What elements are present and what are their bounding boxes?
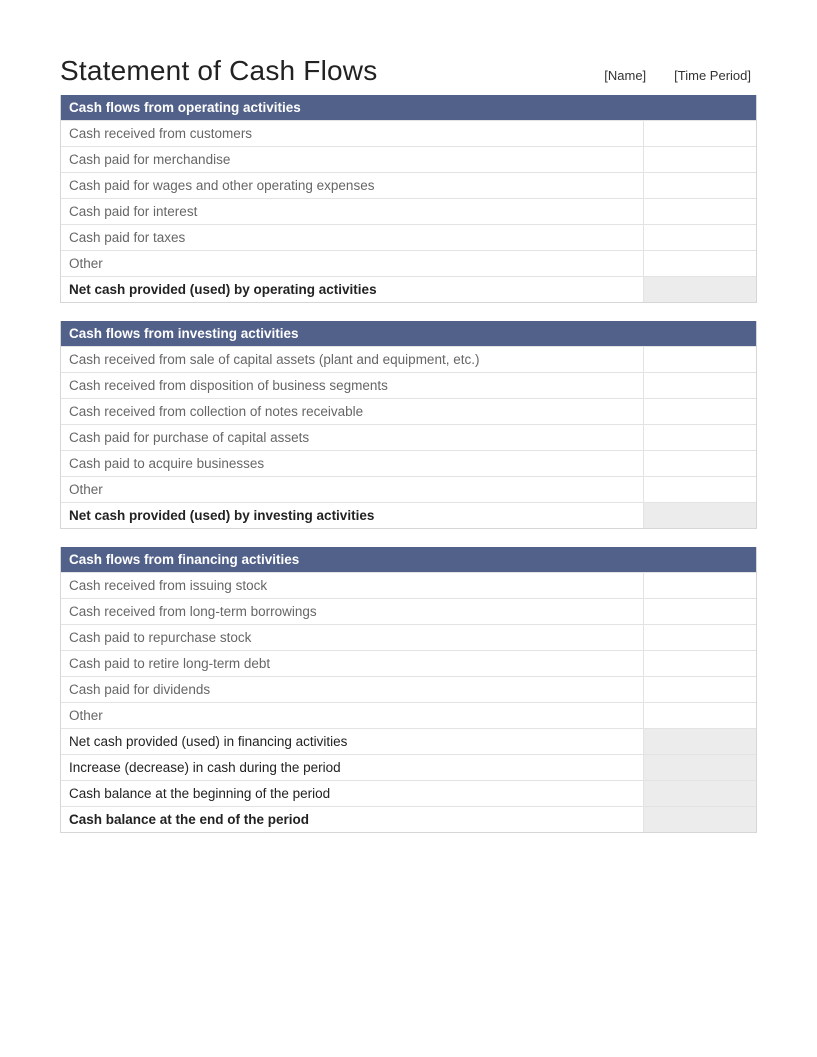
section: Cash flows from investing activitiesCash… — [60, 321, 757, 529]
table-row: Cash paid for interest — [61, 198, 756, 224]
table-row: Cash received from disposition of busine… — [61, 372, 756, 398]
section: Cash flows from financing activitiesCash… — [60, 547, 757, 833]
row-value[interactable] — [644, 781, 756, 806]
row-value[interactable] — [644, 225, 756, 250]
row-value[interactable] — [644, 251, 756, 276]
section-header: Cash flows from investing activities — [61, 321, 756, 346]
row-label: Cash received from customers — [61, 121, 644, 146]
row-label: Net cash provided (used) by investing ac… — [61, 503, 644, 528]
row-value[interactable] — [644, 451, 756, 476]
table-row: Cash paid for dividends — [61, 676, 756, 702]
table-row: Cash received from issuing stock — [61, 572, 756, 598]
table-row: Other — [61, 250, 756, 276]
document-header: Statement of Cash Flows [Name] [Time Per… — [60, 55, 757, 87]
row-value[interactable] — [644, 755, 756, 780]
table-row: Cash paid for taxes — [61, 224, 756, 250]
row-value[interactable] — [644, 199, 756, 224]
document-title: Statement of Cash Flows — [60, 55, 377, 87]
row-label: Increase (decrease) in cash during the p… — [61, 755, 644, 780]
table-row: Increase (decrease) in cash during the p… — [61, 754, 756, 780]
table-row: Cash received from long-term borrowings — [61, 598, 756, 624]
row-value[interactable] — [644, 503, 756, 528]
row-value[interactable] — [644, 703, 756, 728]
row-label: Cash received from long-term borrowings — [61, 599, 644, 624]
table-row: Cash paid to acquire businesses — [61, 450, 756, 476]
meta-name: [Name] — [604, 68, 646, 83]
row-label: Cash paid to repurchase stock — [61, 625, 644, 650]
table-row: Other — [61, 476, 756, 502]
row-label: Cash paid for merchandise — [61, 147, 644, 172]
table-row: Cash balance at the end of the period — [61, 806, 756, 832]
sections-container: Cash flows from operating activitiesCash… — [60, 95, 757, 833]
row-value[interactable] — [644, 147, 756, 172]
row-label: Net cash provided (used) by operating ac… — [61, 277, 644, 302]
row-value[interactable] — [644, 373, 756, 398]
row-label: Cash received from disposition of busine… — [61, 373, 644, 398]
row-value[interactable] — [644, 277, 756, 302]
row-label: Cash balance at the beginning of the per… — [61, 781, 644, 806]
row-value[interactable] — [644, 651, 756, 676]
row-label: Cash received from issuing stock — [61, 573, 644, 598]
table-row: Cash received from sale of capital asset… — [61, 346, 756, 372]
row-label: Cash paid for dividends — [61, 677, 644, 702]
row-label: Other — [61, 477, 644, 502]
row-label: Cash paid for taxes — [61, 225, 644, 250]
row-value[interactable] — [644, 625, 756, 650]
row-value[interactable] — [644, 173, 756, 198]
row-value[interactable] — [644, 121, 756, 146]
row-value[interactable] — [644, 729, 756, 754]
table-row: Cash paid for purchase of capital assets — [61, 424, 756, 450]
row-label: Other — [61, 703, 644, 728]
table-row: Cash paid for wages and other operating … — [61, 172, 756, 198]
row-label: Cash received from sale of capital asset… — [61, 347, 644, 372]
table-row: Cash received from collection of notes r… — [61, 398, 756, 424]
document-meta: [Name] [Time Period] — [604, 68, 757, 87]
row-value[interactable] — [644, 477, 756, 502]
table-row: Cash paid to repurchase stock — [61, 624, 756, 650]
table-row: Cash balance at the beginning of the per… — [61, 780, 756, 806]
section: Cash flows from operating activitiesCash… — [60, 95, 757, 303]
table-row: Net cash provided (used) in financing ac… — [61, 728, 756, 754]
row-label: Cash paid for purchase of capital assets — [61, 425, 644, 450]
table-row: Cash paid to retire long-term debt — [61, 650, 756, 676]
row-label: Cash paid for interest — [61, 199, 644, 224]
section-header: Cash flows from operating activities — [61, 95, 756, 120]
row-value[interactable] — [644, 573, 756, 598]
table-row: Other — [61, 702, 756, 728]
row-value[interactable] — [644, 599, 756, 624]
row-label: Net cash provided (used) in financing ac… — [61, 729, 644, 754]
table-row: Cash received from customers — [61, 120, 756, 146]
row-value[interactable] — [644, 347, 756, 372]
row-value[interactable] — [644, 807, 756, 832]
row-label: Cash received from collection of notes r… — [61, 399, 644, 424]
section-header: Cash flows from financing activities — [61, 547, 756, 572]
row-label: Cash paid to acquire businesses — [61, 451, 644, 476]
row-value[interactable] — [644, 399, 756, 424]
row-value[interactable] — [644, 425, 756, 450]
row-label: Cash paid to retire long-term debt — [61, 651, 644, 676]
row-label: Cash balance at the end of the period — [61, 807, 644, 832]
meta-period: [Time Period] — [674, 68, 751, 83]
row-label: Other — [61, 251, 644, 276]
row-value[interactable] — [644, 677, 756, 702]
table-row: Net cash provided (used) by investing ac… — [61, 502, 756, 528]
table-row: Net cash provided (used) by operating ac… — [61, 276, 756, 302]
table-row: Cash paid for merchandise — [61, 146, 756, 172]
row-label: Cash paid for wages and other operating … — [61, 173, 644, 198]
